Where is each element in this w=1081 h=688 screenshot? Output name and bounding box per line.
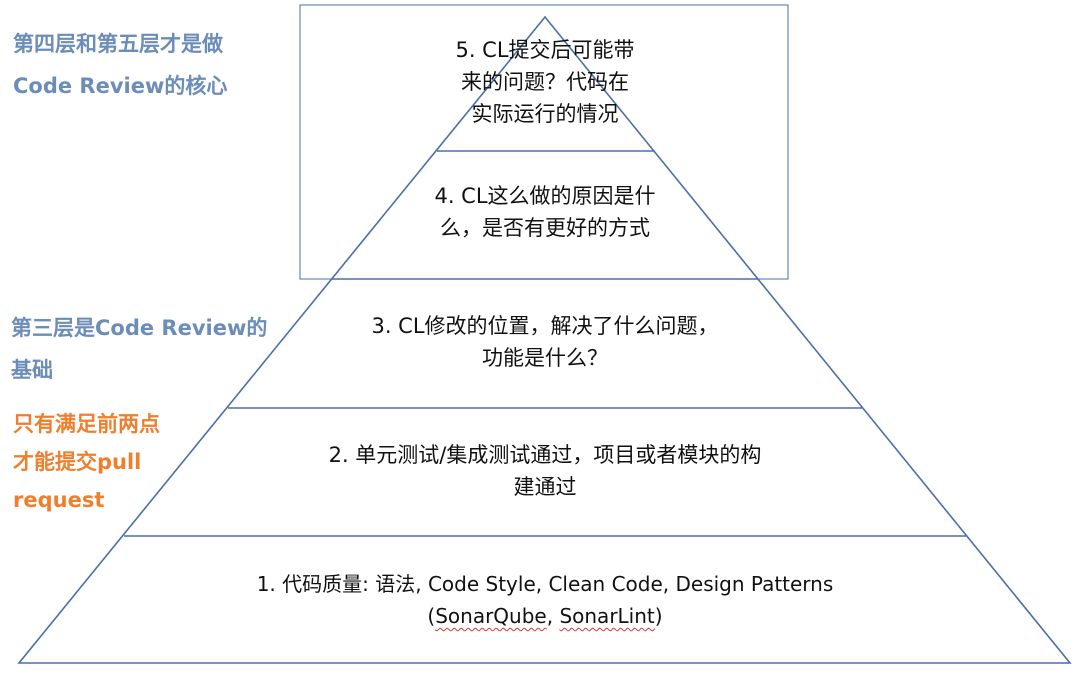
core-note: 第四层和第五层才是做 Code Review的核心 bbox=[13, 23, 227, 107]
layer1-separator: , bbox=[546, 604, 560, 628]
pull-request-note: 只有满足前两点 才能提交pull request bbox=[13, 405, 160, 519]
layer4-text: 4. CL这么做的原因是什 么，是否有更好的方式 bbox=[345, 180, 745, 244]
basis-note: 第三层是Code Review的 基础 bbox=[11, 307, 267, 391]
layer2-text: 2. 单元测试/集成测试通过，项目或者模块的构 建通过 bbox=[225, 439, 865, 503]
layer5-text: 5. CL提交后可能带 来的问题？代码在 实际运行的情况 bbox=[345, 34, 745, 130]
layer1-text: 1. 代码质量: 语法, Code Style, Clean Code, Des… bbox=[195, 568, 895, 632]
layer3-text: 3. CL修改的位置，解决了什么问题， 功能是什么？ bbox=[265, 310, 825, 374]
layer1-line-2: (SonarQube, SonarLint) bbox=[195, 600, 895, 632]
core-note-line-1: 第四层和第五层才是做 bbox=[13, 32, 223, 56]
pull-request-note-line-3: request bbox=[13, 488, 105, 512]
basis-note-line-1: 第三层是Code Review的 bbox=[11, 316, 268, 340]
layer1-line-1: 1. 代码质量: 语法, Code Style, Clean Code, Des… bbox=[256, 572, 834, 596]
layer4-line-1: 4. CL这么做的原因是什 bbox=[434, 184, 656, 208]
pull-request-note-line-1: 只有满足前两点 bbox=[13, 412, 160, 436]
layer5-line-2: 来的问题？代码在 bbox=[461, 70, 629, 94]
layer5-line-3: 实际运行的情况 bbox=[471, 102, 619, 126]
basis-note-line-2: 基础 bbox=[11, 358, 53, 382]
layer3-line-2: 功能是什么？ bbox=[482, 346, 608, 370]
pull-request-note-line-2: 才能提交pull bbox=[13, 450, 142, 474]
core-note-line-2: Code Review的核心 bbox=[13, 74, 228, 98]
layer1-term-sonarqube: SonarQube bbox=[435, 604, 547, 628]
layer4-line-2: 么，是否有更好的方式 bbox=[440, 216, 650, 240]
layer1-close-paren: ) bbox=[654, 604, 663, 628]
layer1-term-sonarlint: SonarLint bbox=[559, 604, 655, 628]
layer5-line-1: 5. CL提交后可能带 bbox=[455, 38, 635, 62]
layer2-line-1: 2. 单元测试/集成测试通过，项目或者模块的构 bbox=[328, 443, 762, 467]
layer2-line-2: 建通过 bbox=[513, 475, 577, 499]
layer3-line-1: 3. CL修改的位置，解决了什么问题， bbox=[371, 314, 719, 338]
